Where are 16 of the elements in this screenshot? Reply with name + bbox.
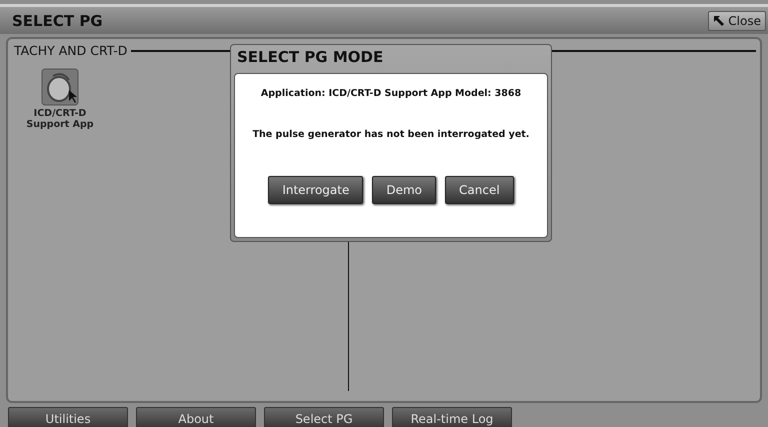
nav-tab[interactable]: Real-time Log bbox=[392, 407, 512, 427]
window-title: SELECT PG bbox=[12, 12, 103, 30]
nav-tab[interactable]: About bbox=[136, 407, 256, 427]
group-title: TACHY AND CRT-D bbox=[14, 43, 128, 58]
nav-tab[interactable]: Utilities bbox=[8, 407, 128, 427]
device-icon[interactable] bbox=[41, 68, 79, 106]
dialog-button[interactable]: Demo bbox=[372, 176, 436, 204]
close-button[interactable]: Close bbox=[708, 10, 766, 30]
arrow-icon bbox=[713, 14, 726, 26]
app-label: ICD/CRT-D Support App bbox=[25, 108, 95, 131]
dialog-title: SELECT PG MODE bbox=[236, 47, 384, 68]
dialog-button[interactable]: Interrogate bbox=[268, 176, 364, 204]
nav-tab[interactable]: Select PG bbox=[264, 407, 384, 427]
dialog-message: Application: ICD/CRT-D Support App Model: 3868 bbox=[260, 88, 522, 99]
dialog-button[interactable]: Cancel bbox=[445, 176, 514, 204]
dialog-message: The pulse generator has not been interrogated yet. bbox=[252, 129, 530, 140]
